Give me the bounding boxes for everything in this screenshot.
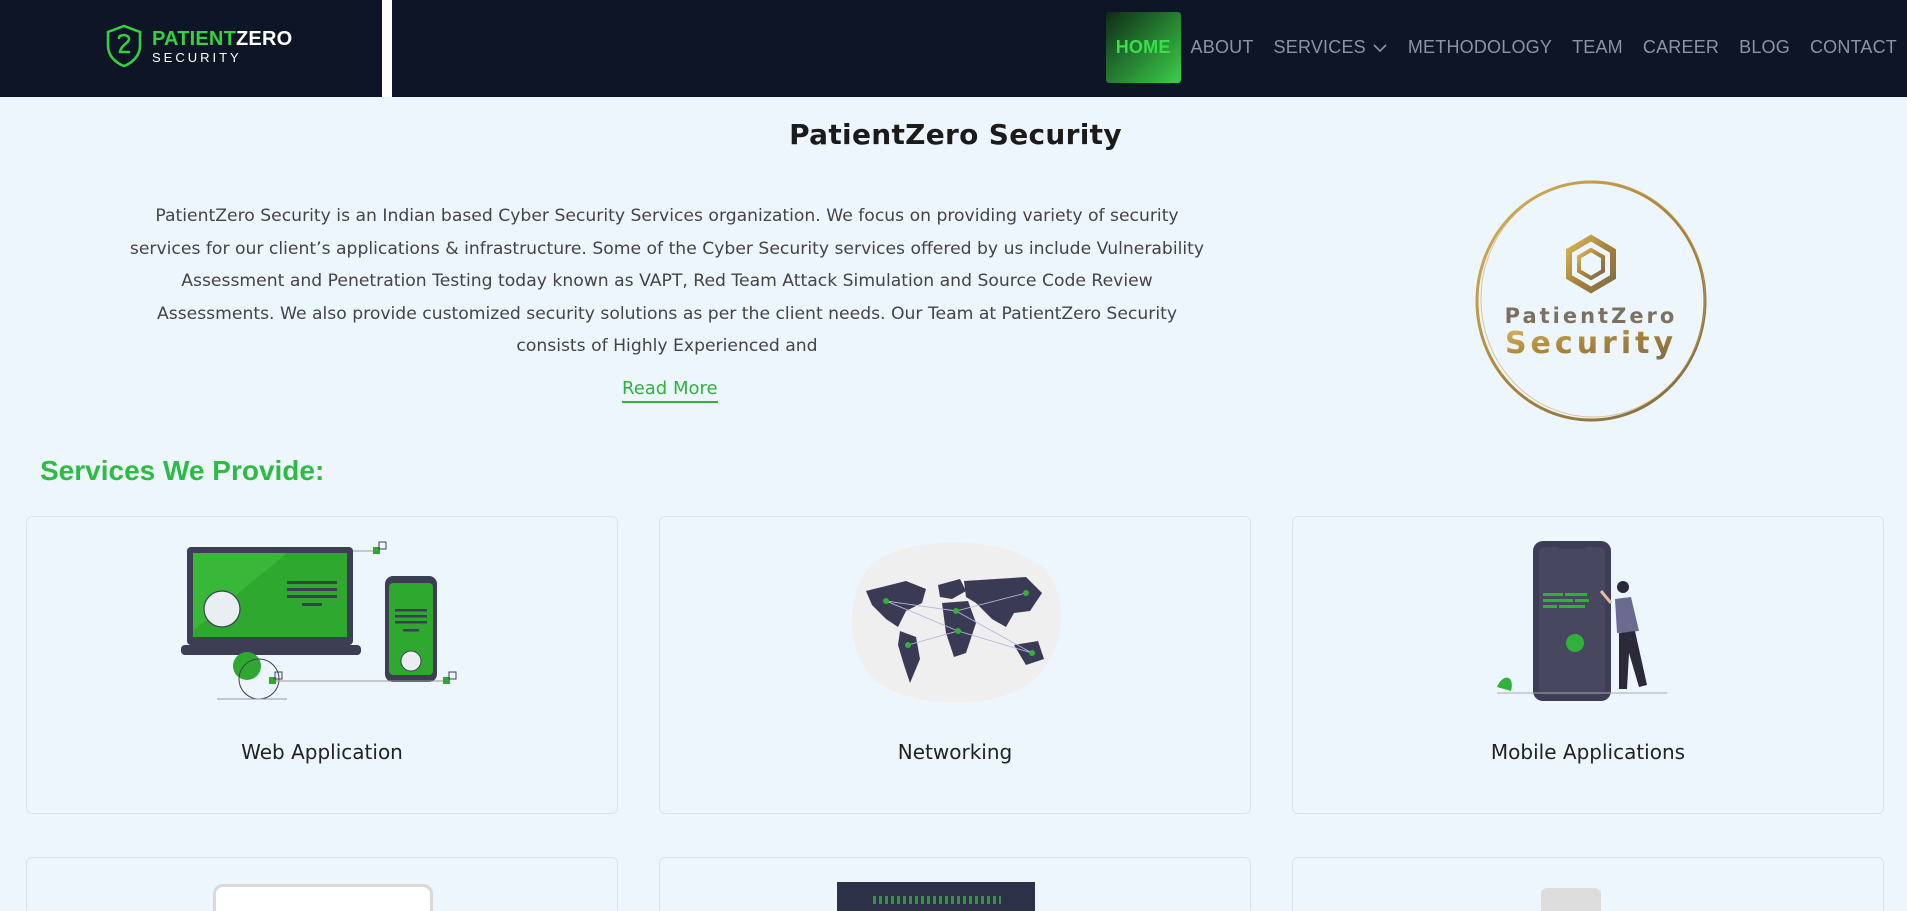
header-divider	[382, 0, 392, 97]
service-card-mobile-applications[interactable]: Mobile Applications	[1292, 516, 1884, 814]
shield-icon	[106, 24, 142, 68]
read-more-link[interactable]: Read More	[622, 378, 718, 403]
web-application-icon	[181, 541, 457, 700]
service-label: Networking	[897, 740, 1013, 764]
nav-services-label: SERVICES	[1273, 37, 1366, 57]
site-header: PATIENTZERO SECURITY HOME ABOUT SERVICES…	[0, 0, 1907, 97]
world-map-icon	[851, 542, 1062, 703]
nav-services[interactable]: SERVICES	[1264, 12, 1398, 83]
company-emblem: PatientZero Security	[1475, 180, 1707, 422]
nav-home[interactable]: HOME	[1105, 12, 1181, 83]
logo-primary: PATIENT	[152, 27, 236, 50]
logo-container: PATIENTZERO SECURITY	[0, 0, 382, 97]
nav-methodology[interactable]: METHODOLOGY	[1398, 12, 1562, 83]
services-heading: Services We Provide:	[40, 455, 325, 486]
server-illustration	[837, 882, 1035, 911]
service-label: Web Application	[241, 740, 403, 764]
nav-blog[interactable]: BLOG	[1729, 12, 1800, 83]
device-illustration	[213, 884, 433, 911]
main-nav: HOME ABOUT SERVICES METHODOLOGY TEAM CAR…	[1105, 12, 1907, 83]
page-title: PatientZero Security	[789, 118, 1122, 151]
nav-career[interactable]: CAREER	[1633, 12, 1729, 83]
nav-about[interactable]: ABOUT	[1181, 12, 1264, 83]
intro-paragraph: PatientZero Security is an Indian based …	[129, 206, 1205, 356]
mobile-phone-icon	[1497, 541, 1667, 701]
site-logo[interactable]: PATIENTZERO SECURITY	[104, 24, 292, 68]
nav-contact[interactable]: CONTACT	[1800, 12, 1907, 83]
logo-secondary: ZERO	[236, 27, 293, 50]
hardware-illustration	[1541, 888, 1601, 911]
service-card-networking[interactable]: Networking	[659, 516, 1251, 814]
emblem-line1: PatientZero	[1505, 304, 1678, 328]
emblem-line2: Security	[1505, 326, 1677, 361]
nav-team[interactable]: TEAM	[1562, 12, 1633, 83]
service-card-partial[interactable]	[659, 857, 1251, 911]
service-card-partial[interactable]	[1292, 857, 1884, 911]
service-card-web-application[interactable]: Web Application	[26, 516, 618, 814]
service-card-partial[interactable]	[26, 857, 618, 911]
logo-tagline: SECURITY	[152, 49, 242, 65]
chevron-down-icon	[1372, 40, 1388, 56]
service-label: Mobile Applications	[1490, 740, 1686, 764]
